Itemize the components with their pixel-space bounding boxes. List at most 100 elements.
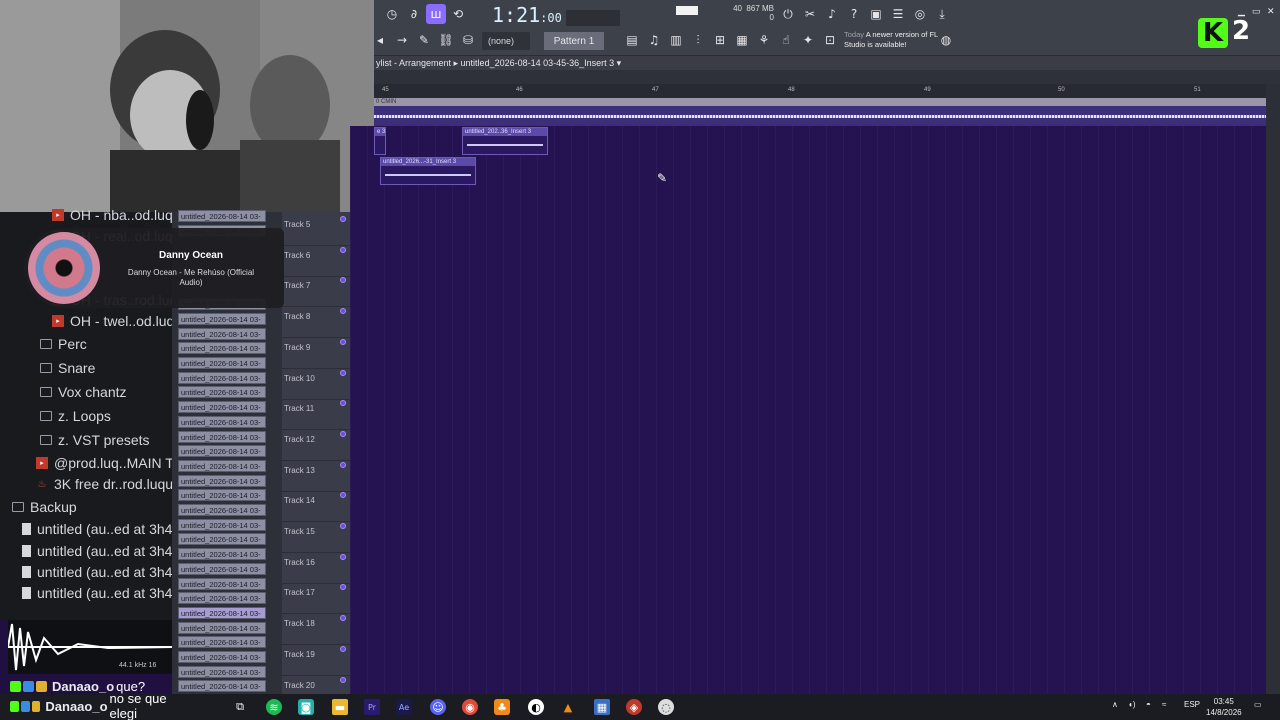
- maximize-icon[interactable]: ▭: [1252, 6, 1261, 17]
- channel-button[interactable]: untitled_2026-08-14 03-: [178, 680, 266, 693]
- channel-button[interactable]: untitled_2026-08-14 03-: [178, 459, 266, 472]
- browser-item[interactable]: untitled (au..ed at 3h45): [22, 521, 185, 537]
- channel-button[interactable]: untitled_2026-08-14 03-: [178, 651, 266, 663]
- track-header[interactable]: Track 12: [282, 430, 350, 461]
- playlist-overview[interactable]: [374, 70, 1280, 84]
- channel-button[interactable]: untitled_2026-08-14 03-: [178, 548, 266, 561]
- globe-icon[interactable]: ◍: [936, 30, 956, 50]
- audio-clip-lane[interactable]: [374, 106, 1266, 126]
- chat-user[interactable]: Danaao_o: [45, 699, 107, 714]
- wait-input-icon[interactable]: ∂: [404, 4, 424, 24]
- loop-record-icon[interactable]: ⟲: [448, 4, 468, 24]
- cart-icon[interactable]: ⊡: [820, 30, 840, 50]
- browser-item[interactable]: ♨ 3K free dr..rod.luqui): [36, 476, 181, 492]
- channel-button[interactable]: untitled_2026-08-14 03-: [178, 533, 266, 546]
- fl-studio-icon[interactable]: ♣: [494, 699, 510, 715]
- update-notice[interactable]: Today A newer version of FL Studio is av…: [844, 30, 944, 50]
- browser-item[interactable]: untitled (au..ed at 3h41): [22, 585, 185, 601]
- track-enable-icon[interactable]: [340, 216, 346, 222]
- browser-item[interactable]: z. Loops: [40, 408, 111, 424]
- track-enable-icon[interactable]: [340, 553, 346, 560]
- channel-button[interactable]: untitled_2026-08-14 03-: [178, 518, 266, 531]
- link-icon[interactable]: ⛓: [436, 30, 456, 50]
- channel-button[interactable]: untitled_2026-08-14 03-: [178, 401, 266, 414]
- track-enable-icon[interactable]: [340, 584, 346, 591]
- calculator-icon[interactable]: ▦: [594, 699, 610, 715]
- track-header[interactable]: Track 15: [282, 523, 350, 553]
- channel-button[interactable]: untitled_2026-08-14 03-: [178, 621, 266, 634]
- chrome-icon[interactable]: ◉: [462, 699, 478, 715]
- pattern-selector[interactable]: Pattern 1: [544, 32, 604, 50]
- playlist-icon[interactable]: ▤: [622, 30, 642, 50]
- channel-button[interactable]: untitled_2026-08-14 03-: [178, 386, 266, 399]
- track-header[interactable]: Track 19: [282, 645, 350, 676]
- track-header[interactable]: Track 5: [282, 216, 350, 246]
- channel-button[interactable]: untitled_2026-08-14 03-: [178, 592, 266, 605]
- audio-clip[interactable]: e 3: [374, 127, 386, 155]
- track-header[interactable]: Track 18: [282, 615, 350, 646]
- chat-icon[interactable]: ◎: [910, 4, 930, 24]
- channel-button[interactable]: untitled_2026-08-14 03-: [178, 415, 266, 428]
- channel-button[interactable]: untitled_2026-08-14 03-: [178, 665, 266, 678]
- save-icon[interactable]: ▣: [866, 4, 886, 24]
- channel-button[interactable]: untitled_2026-08-14 03-: [178, 445, 266, 458]
- browser-item[interactable]: Vox chantz: [40, 384, 127, 400]
- script-icon[interactable]: ✦: [798, 30, 818, 50]
- plugin-icon[interactable]: ⚘: [754, 30, 774, 50]
- track-header[interactable]: Track 13: [282, 461, 350, 492]
- mixer-icon[interactable]: ☰: [888, 4, 908, 24]
- touch-icon[interactable]: ☝: [776, 30, 796, 50]
- track-enable-icon[interactable]: [340, 645, 346, 652]
- track-enable-icon[interactable]: [340, 308, 346, 315]
- track-enable-icon[interactable]: [340, 246, 346, 253]
- draw-icon[interactable]: ✎: [414, 30, 434, 50]
- playlist-grid[interactable]: [350, 126, 1266, 694]
- arrow-left-icon[interactable]: ◂: [370, 30, 390, 50]
- channel-button[interactable]: untitled_2026-08-14 03-: [178, 357, 266, 369]
- davinci-icon[interactable]: ◈: [626, 699, 642, 715]
- premiere-icon[interactable]: Pr: [364, 699, 380, 715]
- browser-item[interactable]: z. VST presets: [40, 432, 150, 448]
- tray-chevron-icon[interactable]: ∧: [1112, 700, 1118, 709]
- discord-icon[interactable]: ☺: [430, 699, 446, 715]
- channel-button[interactable]: untitled_2026-08-14 03-: [178, 489, 266, 502]
- volume-icon[interactable]: ◖): [1128, 700, 1136, 709]
- audio-clip[interactable]: untitled_202..36_Insert 3: [462, 127, 548, 155]
- channel-button[interactable]: untitled_2026-08-14 03-: [178, 210, 266, 222]
- channel-button[interactable]: untitled_2026-08-14 03-: [178, 430, 266, 443]
- chat-user[interactable]: Danaao_o: [52, 679, 114, 694]
- channel-button[interactable]: untitled_2026-08-14 03-: [178, 327, 266, 340]
- track-header[interactable]: Track 10: [282, 369, 350, 400]
- time-marker[interactable]: 0 CMIN: [374, 98, 1266, 106]
- browser-item[interactable]: Backup: [12, 499, 77, 515]
- browser-item[interactable]: ▸ OH - twel..od.luqui: [52, 313, 185, 329]
- power-icon[interactable]: ⏻: [778, 4, 798, 24]
- track-enable-icon[interactable]: [340, 400, 346, 407]
- close-icon[interactable]: ✕: [1267, 6, 1275, 17]
- master-volume-bar[interactable]: [676, 6, 698, 15]
- channel-button[interactable]: untitled_2026-08-14 03-: [178, 577, 266, 590]
- track-enable-icon[interactable]: [340, 430, 346, 437]
- tools-icon[interactable]: ✂: [800, 4, 820, 24]
- piano-roll-icon[interactable]: ♫: [644, 30, 664, 50]
- playlist-scrollbar[interactable]: [1266, 84, 1280, 694]
- track-enable-icon[interactable]: [340, 461, 346, 468]
- channel-button[interactable]: untitled_2026-08-14 03-: [178, 342, 266, 355]
- app-icon[interactable]: ◙: [298, 699, 314, 715]
- vlc-icon[interactable]: ▲: [560, 699, 576, 715]
- channel-button[interactable]: untitled_2026-08-14 03-: [178, 504, 266, 516]
- network-icon[interactable]: ◓: [1146, 700, 1151, 709]
- timeline-ruler[interactable]: 45 46 47 48 49 50 51: [374, 84, 1280, 98]
- spotify-icon[interactable]: ≋: [266, 699, 282, 715]
- track-header[interactable]: Track 11: [282, 400, 350, 431]
- track-header[interactable]: Track 6: [282, 246, 350, 277]
- metronome-icon[interactable]: ◷: [382, 4, 402, 24]
- after-effects-icon[interactable]: Ae: [396, 699, 412, 715]
- browser-item[interactable]: ▸ OH - nba..od.luqui: [52, 207, 184, 223]
- track-header[interactable]: Track 14: [282, 492, 350, 523]
- task-view-icon[interactable]: ⧉: [232, 699, 248, 715]
- mixer-view-icon[interactable]: ⫶: [688, 30, 708, 50]
- channel-button[interactable]: untitled_2026-08-14 03-: [178, 606, 266, 619]
- channel-button[interactable]: untitled_2026-08-14 03-: [178, 562, 266, 575]
- language-indicator[interactable]: ESP: [1184, 700, 1200, 709]
